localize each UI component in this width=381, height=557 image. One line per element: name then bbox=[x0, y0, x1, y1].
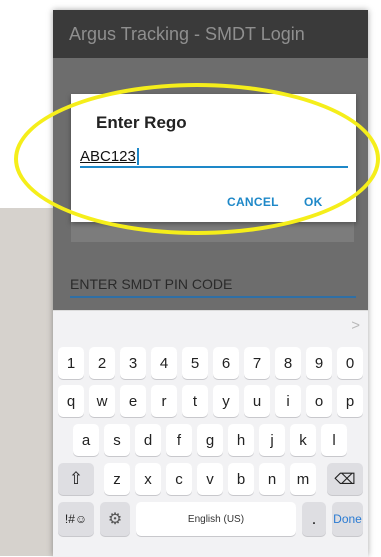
suggestion-chevron-icon[interactable]: > bbox=[351, 317, 360, 334]
symbols-key[interactable]: !#☺ bbox=[58, 502, 94, 536]
period-key[interactable]: . bbox=[302, 502, 326, 536]
key-9[interactable]: 9 bbox=[306, 347, 332, 379]
backspace-key-icon[interactable]: ⌫ bbox=[327, 463, 363, 495]
key-k[interactable]: k bbox=[290, 424, 316, 456]
soft-keyboard: > 1 2 3 4 5 6 7 8 9 0 q w e r t y u i o … bbox=[53, 310, 368, 557]
key-g[interactable]: g bbox=[197, 424, 223, 456]
key-8[interactable]: 8 bbox=[275, 347, 301, 379]
key-m[interactable]: m bbox=[290, 463, 316, 495]
key-s[interactable]: s bbox=[104, 424, 130, 456]
key-v[interactable]: v bbox=[197, 463, 223, 495]
key-i[interactable]: i bbox=[275, 385, 301, 417]
key-a[interactable]: a bbox=[73, 424, 99, 456]
background-card bbox=[71, 220, 354, 242]
pin-code-placeholder: ENTER SMDT PIN CODE bbox=[70, 276, 233, 292]
space-bar[interactable]: English (US) bbox=[136, 502, 296, 536]
key-c[interactable]: c bbox=[166, 463, 192, 495]
key-y[interactable]: y bbox=[213, 385, 239, 417]
key-o[interactable]: o bbox=[306, 385, 332, 417]
key-6[interactable]: 6 bbox=[213, 347, 239, 379]
key-z[interactable]: z bbox=[104, 463, 130, 495]
key-h[interactable]: h bbox=[228, 424, 254, 456]
key-u[interactable]: u bbox=[244, 385, 270, 417]
app-bar: Argus Tracking - SMDT Login bbox=[53, 10, 368, 58]
key-d[interactable]: d bbox=[135, 424, 161, 456]
pin-code-field[interactable]: ENTER SMDT PIN CODE bbox=[70, 268, 356, 298]
key-1[interactable]: 1 bbox=[58, 347, 84, 379]
key-n[interactable]: n bbox=[259, 463, 285, 495]
rego-input-value: ABC123 bbox=[80, 148, 136, 165]
done-key[interactable]: Done bbox=[332, 502, 363, 536]
key-3[interactable]: 3 bbox=[120, 347, 146, 379]
key-l[interactable]: l bbox=[321, 424, 347, 456]
key-4[interactable]: 4 bbox=[151, 347, 177, 379]
key-b[interactable]: b bbox=[228, 463, 254, 495]
key-0[interactable]: 0 bbox=[337, 347, 363, 379]
key-2[interactable]: 2 bbox=[89, 347, 115, 379]
settings-gear-icon[interactable]: ⚙ bbox=[100, 502, 130, 536]
key-j[interactable]: j bbox=[259, 424, 285, 456]
enter-rego-dialog: Enter Rego ABC123 CANCEL OK bbox=[71, 94, 356, 222]
key-f[interactable]: f bbox=[166, 424, 192, 456]
text-caret bbox=[136, 148, 139, 165]
key-q[interactable]: q bbox=[58, 385, 84, 417]
key-p[interactable]: p bbox=[337, 385, 363, 417]
cancel-button[interactable]: CANCEL bbox=[227, 195, 279, 209]
key-5[interactable]: 5 bbox=[182, 347, 208, 379]
key-r[interactable]: r bbox=[151, 385, 177, 417]
ok-button[interactable]: OK bbox=[304, 195, 323, 209]
key-7[interactable]: 7 bbox=[244, 347, 270, 379]
rego-input[interactable]: ABC123 bbox=[80, 146, 348, 168]
shift-key-icon[interactable]: ⇧ bbox=[58, 463, 94, 495]
key-w[interactable]: w bbox=[89, 385, 115, 417]
key-x[interactable]: x bbox=[135, 463, 161, 495]
key-t[interactable]: t bbox=[182, 385, 208, 417]
key-e[interactable]: e bbox=[120, 385, 146, 417]
app-title: Argus Tracking - SMDT Login bbox=[69, 23, 305, 44]
dialog-title: Enter Rego bbox=[96, 113, 187, 132]
